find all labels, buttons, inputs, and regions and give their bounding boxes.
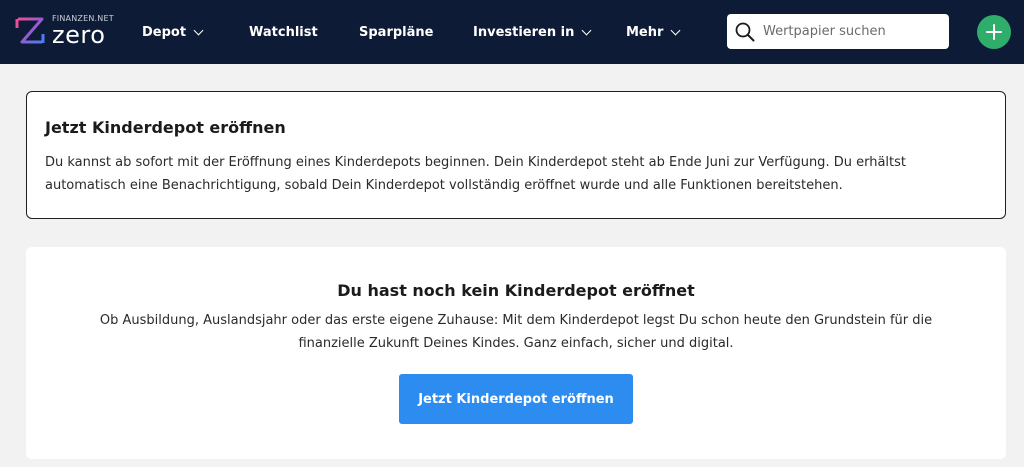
nav-depot[interactable]: Depot — [142, 0, 204, 64]
plus-icon — [986, 24, 1002, 40]
top-navbar: FINANZEN.NET zero Depot Watchlist Sparpl… — [0, 0, 1024, 64]
nav-watchlist-label: Watchlist — [249, 24, 318, 40]
kinderdepot-empty-state: Du hast noch kein Kinderdepot eröffnet O… — [26, 247, 1006, 459]
nav-depot-label: Depot — [142, 24, 187, 40]
nav-sparplaene[interactable]: Sparpläne — [359, 0, 433, 64]
chevron-down-icon — [670, 25, 681, 35]
chevron-down-icon — [581, 25, 592, 35]
search-box[interactable] — [727, 14, 949, 49]
nav-investieren-in[interactable]: Investieren in — [473, 0, 592, 64]
empty-state-text: Ob Ausbildung, Auslandsjahr oder das ers… — [99, 313, 933, 351]
nav-mehr[interactable]: Mehr — [626, 0, 681, 64]
nav-watchlist[interactable]: Watchlist — [249, 0, 318, 64]
logo-mark-icon — [15, 17, 45, 44]
chevron-down-icon — [193, 25, 204, 35]
logo-brand-main: zero — [52, 21, 106, 49]
nav-investieren-in-label: Investieren in — [473, 24, 575, 40]
nav-mehr-label: Mehr — [626, 24, 664, 40]
info-card-title: Jetzt Kinderdepot eröffnen — [45, 118, 286, 137]
finanzen-net-zero-logo[interactable]: FINANZEN.NET zero — [14, 14, 114, 50]
search-input[interactable] — [761, 23, 945, 40]
kinderdepot-info-card: Jetzt Kinderdepot eröffnen Du kannst ab … — [26, 91, 1006, 219]
empty-state-title: Du hast noch kein Kinderdepot eröffnet — [337, 281, 695, 300]
info-card-text: Du kannst ab sofort mit der Eröffnung ei… — [45, 155, 906, 193]
search-icon — [735, 22, 755, 41]
add-button[interactable] — [977, 15, 1011, 49]
open-kinderdepot-button[interactable]: Jetzt Kinderdepot eröffnen — [399, 374, 633, 424]
nav-sparplaene-label: Sparpläne — [359, 24, 434, 40]
